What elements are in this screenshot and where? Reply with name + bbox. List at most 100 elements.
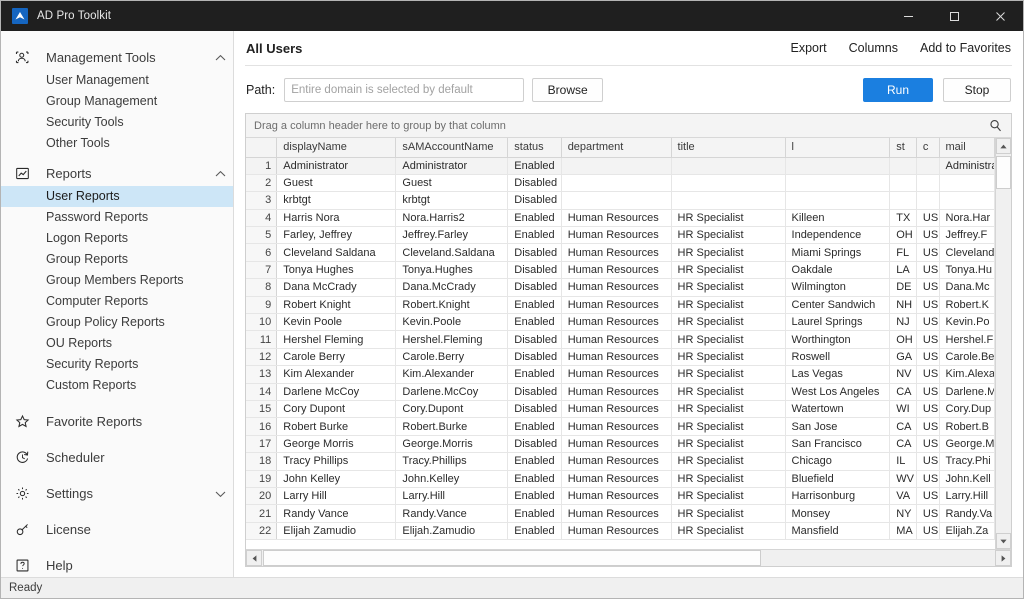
table-row[interactable]: 12 Carole Berry Carole.Berry Disabled Human … [246,348,995,367]
cell-status: Disabled [507,330,562,349]
sidebar-item-logon-reports[interactable]: Logon Reports [1,228,233,249]
column-header-st[interactable]: st [889,138,917,158]
cell-mail: Cory.Dup [939,400,995,419]
add-to-favorites-button[interactable]: Add to Favorites [920,41,1011,55]
cell-l: Harrisonburg [785,487,891,506]
cell-c: US [916,504,940,523]
scroll-left-icon[interactable] [246,550,262,566]
sidebar-item-group-management[interactable]: Group Management [1,91,233,112]
cell-c [916,191,940,210]
report-chart-icon [15,165,37,182]
vertical-scroll-thumb[interactable] [996,156,1011,189]
horizontal-scroll-track[interactable] [262,550,995,566]
sidebar-item-user-management[interactable]: User Management [1,70,233,91]
sidebar-item-computer-reports[interactable]: Computer Reports [1,291,233,312]
minimize-icon[interactable] [885,1,931,31]
table-row[interactable]: 14 Darlene McCoy Darlene.McCoy Disabled Huma… [246,383,995,401]
cell-c: US [916,522,940,541]
maximize-icon[interactable] [931,1,977,31]
cell-status: Enabled [507,209,562,228]
cell-mail: Carole.Be [939,348,995,367]
sidebar-item-group-reports[interactable]: Group Reports [1,249,233,270]
cell-c: US [916,296,940,315]
search-icon[interactable] [987,119,1003,132]
sidebar-group-reports[interactable]: Reports [1,163,233,184]
table-row[interactable]: 8 Dana McCrady Dana.McCrady Disabled Human R… [246,278,995,297]
columns-button[interactable]: Columns [849,41,898,55]
chevron-down-icon[interactable] [207,490,233,498]
sidebar-item-group-policy-reports[interactable]: Group Policy Reports [1,312,233,333]
table-row[interactable]: 11 Hershel Fleming Hershel.Fleming Disabled… [246,330,995,349]
sidebar-item-custom-reports[interactable]: Custom Reports [1,375,233,396]
table-row[interactable]: 19 John Kelley John.Kelley Enabled Human Res… [246,470,995,488]
close-icon[interactable] [977,1,1023,31]
table-row[interactable]: 5 Farley, Jeffrey Jeffrey.Farley Enabled Hum… [246,226,995,245]
sidebar-item-settings[interactable]: Settings [1,483,233,504]
cell-l: Laurel Springs [785,313,891,332]
sidebar-item-ou-reports[interactable]: OU Reports [1,333,233,354]
chevron-up-icon[interactable] [207,54,233,62]
chevron-up-icon[interactable] [207,170,233,178]
table-row[interactable]: 4 Harris Nora Nora.Harris2 Enabled Human Res… [246,209,995,228]
table-row[interactable]: 18 Tracy Phillips Tracy.Phillips Enabled Hum… [246,452,995,471]
cell-rownum: 1 [246,157,278,175]
column-header-mail[interactable]: mail [939,138,995,158]
table-row[interactable]: 7 Tonya Hughes Tonya.Hughes Disabled Human R… [246,261,995,280]
table-row[interactable]: 6 Cleveland Saldana Cleveland.Saldana Disab… [246,243,995,262]
sidebar-item-password-reports[interactable]: Password Reports [1,207,233,228]
vertical-scroll-track[interactable] [996,154,1011,533]
sidebar-item-security-reports[interactable]: Security Reports [1,354,233,375]
table-row[interactable]: 1 Administrator Administrator Enabled Admini… [246,157,995,175]
path-input[interactable] [284,77,525,102]
table-row[interactable]: 10 Kevin Poole Kevin.Poole Enabled Human Res… [246,313,995,332]
cell-displayName: Cleveland Saldana [276,243,397,262]
horizontal-scroll-thumb[interactable] [263,550,762,566]
column-header-rownum[interactable] [246,138,278,158]
column-header-sAMAccountName[interactable]: sAMAccountName [395,138,509,158]
cell-c: US [916,313,940,332]
run-button[interactable]: Run [863,77,933,102]
column-header-title[interactable]: title [671,138,786,158]
sidebar-item-group-members-reports[interactable]: Group Members Reports [1,270,233,291]
cell-department: Human Resources [561,487,672,506]
table-row[interactable]: 16 Robert Burke Robert.Burke Enabled Human R… [246,417,995,436]
stop-button[interactable]: Stop [943,77,1011,102]
table-row[interactable]: 22 Elijah Zamudio Elijah.Zamudio Enabled Hum… [246,522,995,541]
title-bar: AD Pro Toolkit [1,1,1023,31]
sidebar-item-user-reports[interactable]: User Reports [1,186,233,207]
table-row[interactable]: 20 Larry Hill Larry.Hill Enabled Human Resou… [246,487,995,506]
horizontal-scrollbar[interactable] [246,549,1011,566]
sidebar-item-scheduler[interactable]: Scheduler [1,447,233,468]
column-header-l[interactable]: l [785,138,891,158]
sidebar-item-license[interactable]: License [1,519,233,540]
export-button[interactable]: Export [791,41,827,55]
table-row[interactable]: 3 krbtgt krbtgt Disabled [246,191,995,210]
sidebar-item-security-tools[interactable]: Security Tools [1,112,233,133]
table-row[interactable]: 21 Randy Vance Randy.Vance Enabled Human Res… [246,504,995,523]
table-row[interactable]: 17 George Morris George.Morris Disabled Huma… [246,435,995,454]
cell-title: HR Specialist [671,435,786,454]
ad-pro-chevron-logo-icon [12,8,28,24]
scroll-up-icon[interactable] [996,138,1011,154]
sidebar-item-other-tools[interactable]: Other Tools [1,133,233,154]
table-row[interactable]: 15 Cory Dupont Cory.Dupont Disabled Human Re… [246,400,995,419]
scroll-down-icon[interactable] [996,533,1011,549]
column-header-c[interactable]: c [916,138,940,158]
cell-mail [939,191,995,210]
column-header-status[interactable]: status [507,138,562,158]
column-header-displayName[interactable]: displayName [276,138,397,158]
browse-button[interactable]: Browse [532,77,604,102]
table-row[interactable]: 9 Robert Knight Robert.Knight Enabled Human … [246,296,995,315]
sidebar-item-favorite-reports[interactable]: Favorite Reports [1,411,233,432]
cell-title: HR Specialist [671,348,786,367]
cell-sAMAccountName: Robert.Burke [395,417,509,436]
scroll-right-icon[interactable] [995,550,1011,566]
vertical-scrollbar[interactable] [995,138,1011,549]
cell-mail: Jeffrey.F [939,226,995,245]
table-row[interactable]: 13 Kim Alexander Kim.Alexander Enabled Human… [246,365,995,384]
column-header-department[interactable]: department [561,138,672,158]
sidebar-group-management-tools[interactable]: Management Tools [1,47,233,68]
group-by-panel[interactable]: Drag a column header here to group by th… [246,114,1011,138]
sidebar-item-help[interactable]: Help [1,555,233,576]
table-row[interactable]: 2 Guest Guest Disabled [246,174,995,193]
